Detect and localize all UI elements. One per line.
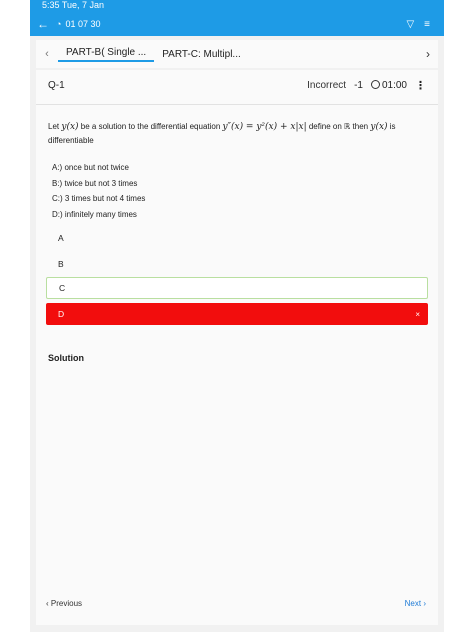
time-text: 01:00	[381, 79, 407, 91]
more-options-icon[interactable]: ⋮	[415, 79, 426, 92]
solution-heading: Solution	[48, 353, 84, 363]
tab-part-b[interactable]: PART-B( Single ...	[58, 47, 155, 62]
q-equation: y″(x) = y²(x) + x|x|	[222, 122, 307, 132]
option-a: A:) once but not twice	[52, 163, 129, 172]
q-fn-2: y(x)	[370, 122, 388, 132]
question-status: Incorrect -1 01:00 ⋮	[307, 79, 438, 92]
option-b: B:) twice but not 3 times	[52, 178, 138, 188]
choice-label: D	[58, 309, 65, 319]
app-bar-actions: ▽ ≡	[406, 19, 444, 30]
chevron-left-icon[interactable]: ‹	[36, 48, 58, 60]
section-tabs: ‹ PART-B( Single ... PART-C: Multipl... …	[36, 40, 438, 68]
q-text-3: define on ℝ then	[308, 122, 369, 131]
option-c: C:) 3 times but not 4 times	[52, 194, 146, 203]
screen-frame: 5:35 Tue, 7 Jan ← ◔ 01 07 30 ▽ ≡ ‹ PART-…	[30, 0, 444, 632]
chevron-right-icon[interactable]: ›	[418, 47, 438, 61]
choice-label: A	[58, 233, 64, 243]
next-button[interactable]: Next ›	[405, 599, 438, 608]
status-time: 5:35 Tue, 7 Jan	[42, 0, 105, 10]
clock-icon	[370, 79, 380, 89]
next-label: Next	[404, 598, 422, 608]
app-bar: ← ◔ 01 07 30 ▽ ≡	[30, 12, 444, 36]
choice-label: C	[59, 283, 66, 293]
option-list: A:) once but not twice B:) twice but not…	[52, 160, 145, 222]
timer-text: 01 07 30	[65, 19, 101, 29]
q-text-1: Let	[48, 122, 60, 131]
header-divider	[36, 104, 438, 105]
timer-icon: ◔	[56, 19, 62, 29]
wrong-mark-icon: ×	[415, 309, 420, 319]
menu-icon[interactable]: ≡	[424, 19, 430, 30]
q-fn: y(x)	[61, 122, 79, 132]
question-number: Q-1	[48, 79, 65, 91]
question-text: Let y(x) be a solution to the differenti…	[48, 120, 428, 148]
choice-d-wrong[interactable]: D ×	[46, 303, 428, 325]
tab-part-c[interactable]: PART-C: Multipl...	[154, 49, 249, 60]
question-card: Q-1 Incorrect -1 01:00 ⋮ Let y(x) be a s…	[36, 70, 438, 625]
status-bar: 5:35 Tue, 7 Jan	[30, 0, 444, 12]
choice-c-correct[interactable]: C	[46, 277, 428, 299]
previous-label: Previous	[50, 598, 83, 608]
filter-icon[interactable]: ▽	[406, 19, 414, 30]
result-text: Incorrect	[307, 79, 347, 91]
q-text-2: be a solution to the differential equati…	[80, 122, 221, 131]
marks-text: -1	[354, 79, 363, 91]
choice-b[interactable]: B	[46, 253, 428, 275]
choice-label: B	[58, 259, 64, 269]
arrow-left-icon[interactable]: ←	[30, 17, 56, 31]
timer: ◔ 01 07 30	[56, 19, 100, 29]
question-header: Q-1 Incorrect -1 01:00 ⋮	[36, 70, 438, 100]
previous-button[interactable]: ‹ Previous	[36, 599, 82, 608]
time-taken: 01:00	[370, 79, 407, 91]
option-d: D:) infinitely many times	[52, 209, 137, 219]
footer-nav: ‹ Previous Next ›	[36, 592, 438, 614]
choice-a[interactable]: A	[46, 227, 428, 249]
